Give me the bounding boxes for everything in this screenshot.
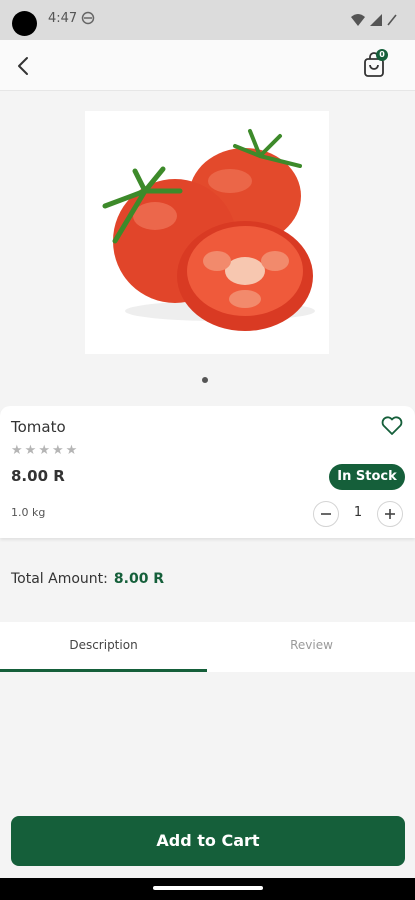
stock-status-badge: In Stock <box>329 464 405 490</box>
camera-cutout <box>12 11 37 36</box>
heart-icon <box>381 416 403 435</box>
cart-count-badge: 0 <box>376 49 388 61</box>
product-info-card: Tomato ★ ★ ★ ★ ★ 8.00 R In Stock 1.0 kg … <box>0 406 415 538</box>
system-navigation-bar <box>0 878 415 900</box>
total-amount-row: Total Amount: 8.00 R <box>11 571 164 587</box>
product-name: Tomato <box>11 418 66 436</box>
wifi-icon <box>351 11 365 30</box>
back-button[interactable] <box>12 54 36 78</box>
rating-stars: ★ ★ ★ ★ ★ <box>11 444 77 458</box>
product-price: 8.00 R <box>11 467 65 485</box>
status-time: 4:47 <box>48 11 78 26</box>
product-weight: 1.0 kg <box>11 506 46 519</box>
minus-icon <box>321 513 331 515</box>
star-icon: ★ <box>65 443 78 458</box>
quantity-value: 1 <box>353 505 363 520</box>
carousel-page-indicator <box>202 377 208 383</box>
signal-icon <box>370 11 382 30</box>
decrease-quantity-button[interactable] <box>313 501 339 527</box>
app-bar: 0 <box>0 40 415 91</box>
favorite-button[interactable] <box>381 416 405 438</box>
battery-icon <box>387 11 397 30</box>
total-amount-value: 8.00 R <box>113 571 165 587</box>
status-bar: 4:47 <box>0 0 415 40</box>
tab-review[interactable]: Review <box>208 622 415 672</box>
home-indicator[interactable] <box>153 886 263 890</box>
chevron-left-icon <box>18 57 28 75</box>
plus-icon <box>385 509 395 519</box>
product-image <box>85 111 329 354</box>
active-tab-indicator <box>0 669 207 672</box>
detail-tabs: Description Review <box>0 622 415 672</box>
total-amount-label: Total Amount: <box>11 571 108 587</box>
cart-button[interactable]: 0 <box>362 49 388 80</box>
tab-description[interactable]: Description <box>0 622 207 672</box>
star-icon: ★ <box>11 443 23 458</box>
product-image-carousel[interactable] <box>0 91 415 406</box>
star-icon: ★ <box>24 443 37 458</box>
sync-icon <box>81 10 95 29</box>
increase-quantity-button[interactable] <box>377 501 403 527</box>
star-icon: ★ <box>38 443 50 458</box>
status-icons <box>351 11 397 30</box>
add-to-cart-button[interactable]: Add to Cart <box>11 816 405 866</box>
star-icon: ★ <box>51 443 64 458</box>
